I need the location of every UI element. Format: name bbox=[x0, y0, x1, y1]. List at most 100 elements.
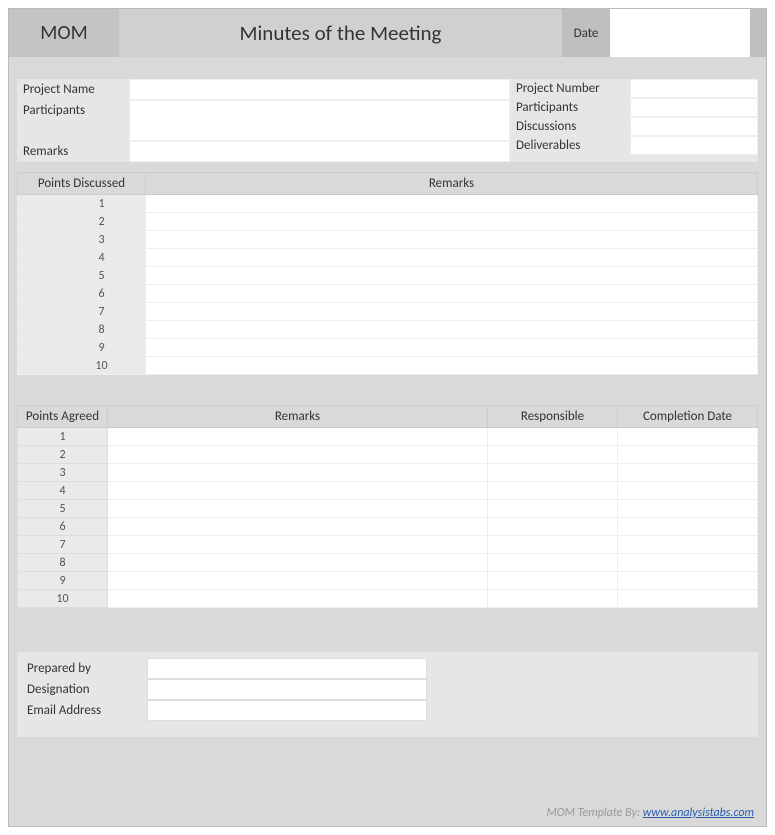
footer-gap bbox=[9, 608, 766, 652]
designation-label: Designation bbox=[17, 679, 147, 700]
date-label: Date bbox=[562, 9, 610, 57]
row-number-cell: 5 bbox=[18, 267, 146, 285]
table-row: 4 bbox=[18, 249, 758, 267]
remarks-cell[interactable] bbox=[108, 500, 488, 518]
completion-date-cell[interactable] bbox=[618, 446, 758, 464]
row-number-cell: 3 bbox=[18, 231, 146, 249]
row-number-cell: 1 bbox=[18, 428, 108, 446]
responsible-cell[interactable] bbox=[488, 518, 618, 536]
remarks-cell[interactable] bbox=[146, 339, 758, 357]
remarks-cell[interactable] bbox=[108, 536, 488, 554]
remarks-cell[interactable] bbox=[146, 249, 758, 267]
row-number-cell: 10 bbox=[18, 590, 108, 608]
row-number: 3 bbox=[58, 233, 145, 247]
row-number: 1 bbox=[58, 197, 145, 211]
remarks-field[interactable] bbox=[129, 141, 510, 162]
responsible-cell[interactable] bbox=[488, 428, 618, 446]
row-number-cell: 7 bbox=[18, 536, 108, 554]
discussions-row: Discussions bbox=[510, 117, 758, 136]
remarks-cell[interactable] bbox=[146, 285, 758, 303]
table-row: 8 bbox=[18, 554, 758, 572]
remarks-cell[interactable] bbox=[108, 446, 488, 464]
row-number-cell: 6 bbox=[18, 285, 146, 303]
completion-date-cell[interactable] bbox=[618, 464, 758, 482]
remarks-cell[interactable] bbox=[146, 321, 758, 339]
row-number-cell: 4 bbox=[18, 249, 146, 267]
completion-date-cell[interactable] bbox=[618, 428, 758, 446]
responsible-cell[interactable] bbox=[488, 554, 618, 572]
points-discussed-section: Points Discussed Remarks 12345678910 bbox=[9, 172, 766, 375]
project-name-label: Project Name bbox=[17, 79, 129, 100]
prepared-by-field[interactable] bbox=[147, 658, 427, 679]
participants-count-field[interactable] bbox=[630, 98, 758, 117]
date-input[interactable] bbox=[610, 9, 750, 57]
discussions-field[interactable] bbox=[630, 117, 758, 136]
row-number: 2 bbox=[58, 215, 145, 229]
completion-date-cell[interactable] bbox=[618, 554, 758, 572]
table-row: 7 bbox=[18, 536, 758, 554]
deliverables-field[interactable] bbox=[630, 136, 758, 155]
table-row: 9 bbox=[18, 572, 758, 590]
remarks-cell[interactable] bbox=[146, 231, 758, 249]
credit-link[interactable]: www.analysistabs.com bbox=[643, 806, 754, 820]
project-name-row: Project Name bbox=[17, 79, 510, 100]
completion-date-cell[interactable] bbox=[618, 572, 758, 590]
discussed-header-remarks: Remarks bbox=[146, 173, 758, 195]
remarks-cell[interactable] bbox=[108, 572, 488, 590]
remarks-cell[interactable] bbox=[108, 518, 488, 536]
meta-block: Project Name Participants Remarks Projec… bbox=[17, 79, 758, 162]
credit-prefix: MOM Template By: bbox=[547, 806, 643, 820]
responsible-cell[interactable] bbox=[488, 572, 618, 590]
table-row: 1 bbox=[18, 428, 758, 446]
responsible-cell[interactable] bbox=[488, 500, 618, 518]
header: MOM Minutes of the Meeting Date bbox=[9, 9, 766, 57]
remarks-cell[interactable] bbox=[146, 213, 758, 231]
remarks-cell[interactable] bbox=[146, 267, 758, 285]
remarks-cell[interactable] bbox=[108, 428, 488, 446]
participants-field[interactable] bbox=[129, 100, 510, 141]
page: MOM Minutes of the Meeting Date Project … bbox=[8, 8, 767, 827]
row-number-cell: 4 bbox=[18, 482, 108, 500]
discussed-body: 12345678910 bbox=[18, 195, 758, 375]
mom-badge: MOM bbox=[9, 9, 119, 57]
table-row: 6 bbox=[18, 285, 758, 303]
row-number-cell: 9 bbox=[18, 339, 146, 357]
completion-date-cell[interactable] bbox=[618, 518, 758, 536]
remarks-cell[interactable] bbox=[108, 590, 488, 608]
prepared-by-label: Prepared by bbox=[17, 658, 147, 679]
project-number-label: Project Number bbox=[510, 79, 630, 98]
email-field[interactable] bbox=[147, 700, 427, 721]
responsible-cell[interactable] bbox=[488, 590, 618, 608]
remarks-cell[interactable] bbox=[108, 464, 488, 482]
row-number-cell: 5 bbox=[18, 500, 108, 518]
remarks-cell[interactable] bbox=[108, 482, 488, 500]
points-agreed-section: Points Agreed Remarks Responsible Comple… bbox=[9, 405, 766, 608]
row-number-cell: 10 bbox=[18, 357, 146, 375]
row-number-cell: 8 bbox=[18, 554, 108, 572]
responsible-cell[interactable] bbox=[488, 446, 618, 464]
completion-date-cell[interactable] bbox=[618, 536, 758, 554]
responsible-cell[interactable] bbox=[488, 464, 618, 482]
table-row: 5 bbox=[18, 500, 758, 518]
participants-count-row: Participants bbox=[510, 98, 758, 117]
completion-date-cell[interactable] bbox=[618, 590, 758, 608]
agreed-header-responsible: Responsible bbox=[488, 406, 618, 428]
responsible-cell[interactable] bbox=[488, 536, 618, 554]
designation-field[interactable] bbox=[147, 679, 427, 700]
remarks-cell[interactable] bbox=[108, 554, 488, 572]
deliverables-row: Deliverables bbox=[510, 136, 758, 155]
completion-date-cell[interactable] bbox=[618, 500, 758, 518]
agreed-header-points: Points Agreed bbox=[18, 406, 108, 428]
table-row: 4 bbox=[18, 482, 758, 500]
remarks-cell[interactable] bbox=[146, 303, 758, 321]
completion-date-cell[interactable] bbox=[618, 482, 758, 500]
table-row: 8 bbox=[18, 321, 758, 339]
row-number: 6 bbox=[58, 287, 145, 301]
remarks-cell[interactable] bbox=[146, 195, 758, 213]
table-row: 10 bbox=[18, 357, 758, 375]
remarks-cell[interactable] bbox=[146, 357, 758, 375]
responsible-cell[interactable] bbox=[488, 482, 618, 500]
project-name-field[interactable] bbox=[129, 79, 510, 100]
page-title: Minutes of the Meeting bbox=[119, 9, 562, 57]
project-number-field[interactable] bbox=[630, 79, 758, 98]
